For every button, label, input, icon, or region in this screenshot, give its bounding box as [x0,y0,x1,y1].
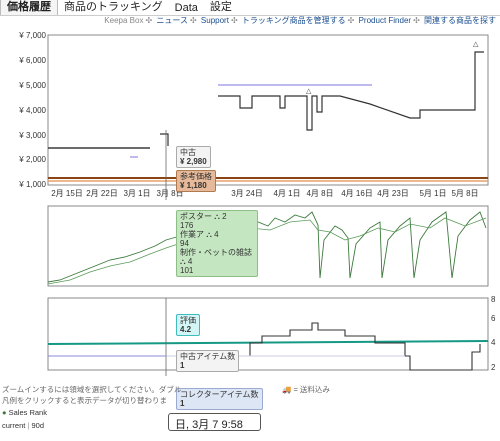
price-x-axis: 2月 15日 2月 22日 3月 1日 3月 8日 3月 24日 4月 1日 4… [51,189,478,198]
x-tick: 5月 1日 [419,189,446,198]
range-90d[interactable]: 90d [31,421,44,430]
tab-product-tracking[interactable]: 商品のトラッキング [58,0,169,15]
separator-icon: ✣ [413,16,420,25]
subnav-keepa-box[interactable]: Keepa Box [104,16,143,25]
price-y-axis: ¥ 7,000 ¥ 6,000 ¥ 5,000 ¥ 4,000 ¥ 3,000 … [18,31,46,189]
y-tick-7000: ¥ 7,000 [18,31,46,40]
y-tick-6: 6 [491,314,496,323]
separator-icon: ✣ [230,16,238,25]
truck-icon: 🚚 [282,385,292,394]
used-count-tooltip-value: 1 [180,361,185,370]
collector-count-tooltip-label: コレクターアイテム数 [180,390,259,399]
rating-tooltip: 評価 4.2 [176,314,200,336]
range-selector: current | 90d [2,421,44,430]
y-tick-2000: ¥ 2,000 [18,155,46,164]
count-plot-area [47,297,489,371]
rating-tooltip-value: 4.2 [180,325,192,334]
shipping-legend: 🚚 = 送料込み [282,385,330,394]
y-tick-2: 2 [491,363,496,372]
count-y-axis: 8 6 4 2 0 [491,295,496,372]
subnav-product-finder[interactable]: Product Finder [359,16,411,25]
legend-sales-rank[interactable]: ● Sales Rank [2,408,47,417]
x-tick: 2月 15日 [51,189,83,198]
rank-value-magazine: 101 [180,266,194,275]
hierarchy-icon: ⛬ [180,257,186,266]
x-tick: 4月 1日 [273,189,300,198]
x-tick: 2月 22日 [86,189,118,198]
collector-count-tooltip: コレクターアイテム数 1 [176,388,263,410]
sub-navigation: Keepa Box ✣ ニュース ✣ Support ✣ トラッキング商品を管理する ✣… [0,15,496,27]
tab-data[interactable]: Data [169,1,204,15]
rank-value-work: 94 [180,239,189,248]
x-tick: 4月 16日 [341,189,373,198]
tab-settings[interactable]: 設定 [204,0,238,15]
subnav-manage-tracking[interactable]: トラッキング商品を管理する [242,16,346,25]
legend-hint: 凡例をクリックすると表示データが切り替わりま [2,396,167,405]
separator-icon: ✣ [189,16,197,25]
legend-dot-icon: ● [2,408,7,417]
triangle-marker-icon: △ [473,41,479,48]
x-tick: 4月 23日 [377,189,409,198]
subnav-related-products[interactable]: 関連する商品を探す [424,16,496,25]
rating-tooltip-label: 評価 [180,316,196,325]
y-tick-1000: ¥ 1,000 [18,180,46,189]
x-tick: 5月 8日 [451,189,478,198]
subnav-news[interactable]: ニュース [156,16,188,25]
x-tick: 3月 24日 [231,189,263,198]
separator-icon: ✣ [347,16,355,25]
zoom-hint: ズームインするには領域を選択してください。ダブル [2,385,182,394]
used-price-tooltip-label: 中古 [180,148,196,157]
y-tick-5000: ¥ 5,000 [18,81,46,90]
rank-category-work: 作業ア ⛬ 4 [180,230,219,239]
separator-icon: ✣ [145,16,153,25]
y-tick-6000: ¥ 6,000 [18,56,46,65]
used-price-tooltip-value: ¥ 2,980 [180,157,207,166]
x-tick: 4月 8日 [306,189,333,198]
reference-price-tooltip-label: 参考価格 [180,172,212,181]
tab-price-history[interactable]: 価格履歴 [0,0,58,15]
y-tick-4: 4 [491,338,496,347]
reference-price-tooltip: 参考価格 ¥ 1,180 [176,170,216,192]
price-chart[interactable]: ¥ 7,000 ¥ 6,000 ¥ 5,000 ¥ 4,000 ¥ 3,000 … [0,28,500,200]
tab-bar: 価格履歴 商品のトラッキング Data 設定 [0,0,500,16]
x-tick: 3月 1日 [123,189,150,198]
y-tick-4000: ¥ 4,000 [18,106,46,115]
rank-value-poster: 176 [180,221,194,230]
count-rating-chart[interactable]: 8 6 4 2 0 [0,294,500,376]
hover-date-label: 日, 3月 7 9:58 [168,413,261,431]
used-price-tooltip: 中古 ¥ 2,980 [176,146,211,168]
subnav-support[interactable]: Support [201,16,229,25]
reference-price-tooltip-value: ¥ 1,180 [180,181,207,190]
collector-count-tooltip-value: 1 [180,399,185,408]
used-count-tooltip-label: 中古アイテム数 [180,352,236,361]
y-tick-3000: ¥ 3,000 [18,131,46,140]
used-count-tooltip: 中古アイテム数 1 [176,350,240,372]
triangle-marker-icon: △ [306,88,312,95]
hierarchy-icon: ⛬ [214,212,220,221]
rank-category-magazine: 制作・ペットの雑誌 ⛬ 4 [180,248,252,266]
rank-plot-area [47,205,489,287]
rank-category-poster: ポスター ⛬ 2 [180,212,227,221]
sales-rank-tooltip: ポスター ⛬ 2 176 作業ア ⛬ 4 94 制作・ペットの雑誌 ⛬ 4 10… [176,210,258,277]
hierarchy-icon: ⛬ [206,230,212,239]
range-current[interactable]: current [2,421,25,430]
y-tick-8: 8 [491,295,496,304]
